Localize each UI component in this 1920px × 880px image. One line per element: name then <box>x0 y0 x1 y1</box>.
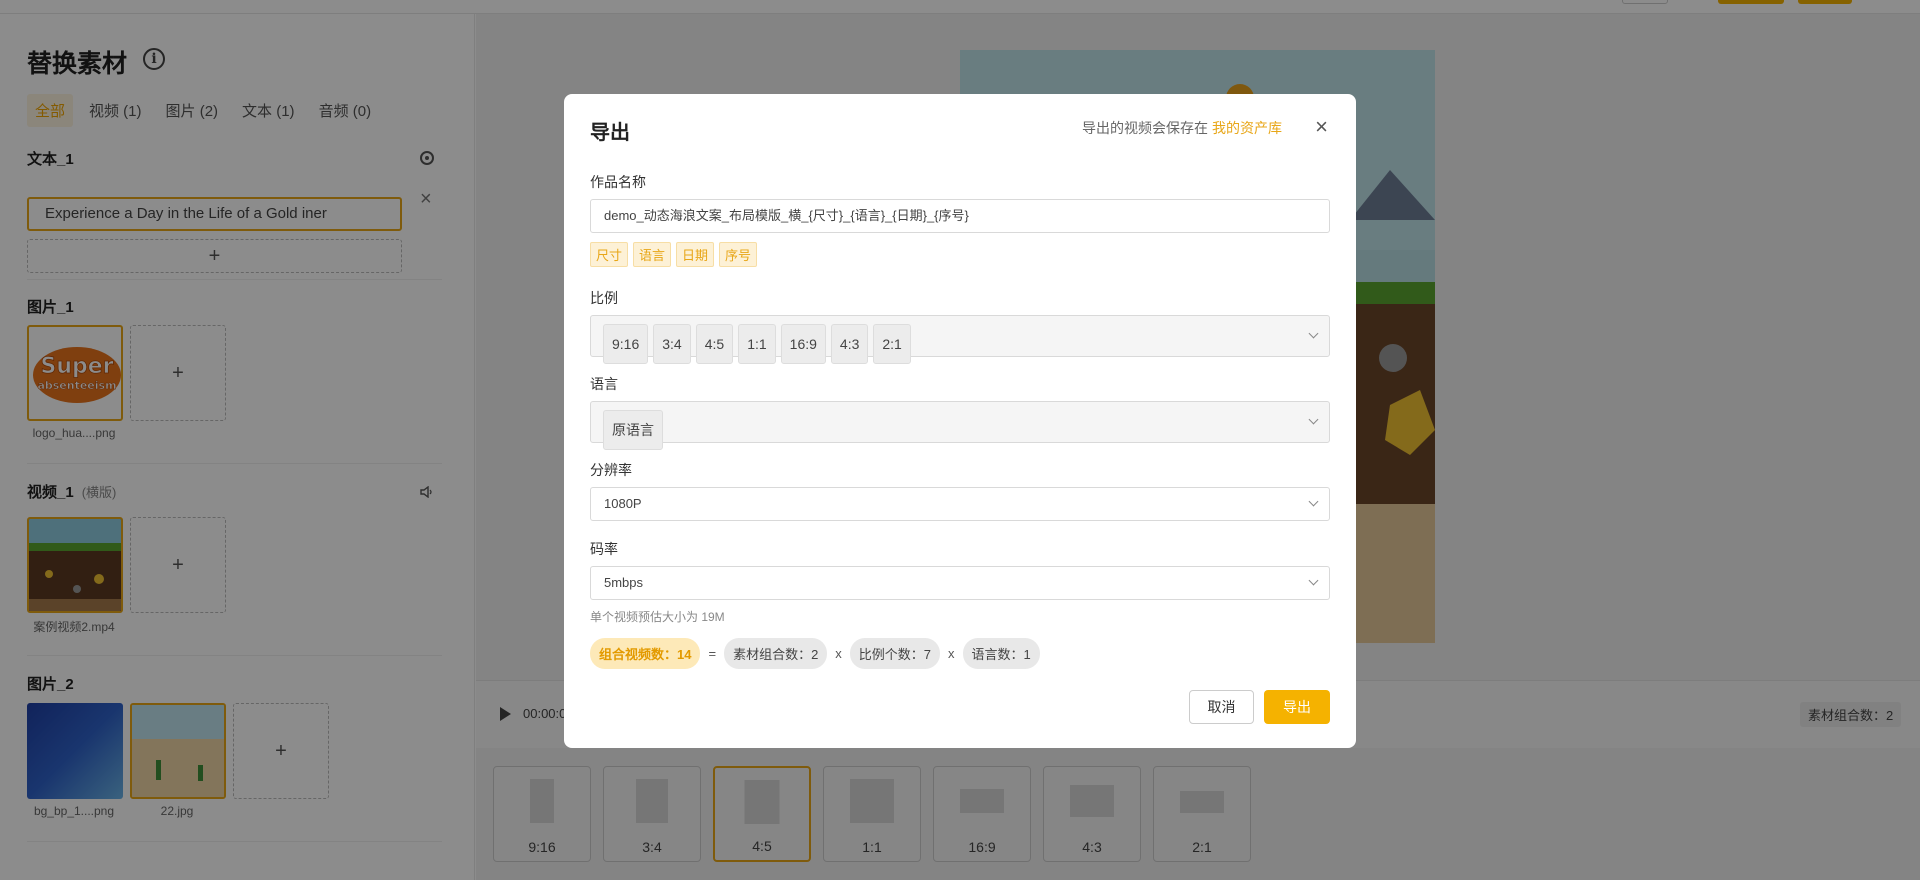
combo-formula: 组合视频数：14 = 素材组合数：2 x 比例个数：7 x 语言数：1 <box>590 638 1040 669</box>
ratio-select[interactable]: 9:16 3:4 4:5 1:1 16:9 4:3 2:1 <box>590 315 1330 364</box>
resolution-select[interactable]: 1080P <box>590 487 1330 521</box>
ratio-chip: 1:1 <box>738 324 776 364</box>
material-count-pill: 素材组合数：2 <box>724 638 828 669</box>
chevron-down-icon <box>1308 328 1319 339</box>
export-button[interactable]: 导出 <box>1264 690 1330 724</box>
cancel-button[interactable]: 取消 <box>1189 690 1254 724</box>
ratio-chip: 2:1 <box>873 324 911 364</box>
name-tags: 尺寸 语言 日期 序号 <box>590 242 762 267</box>
save-hint-text: 导出的视频会保存在 <box>1082 120 1208 136</box>
chevron-down-icon <box>1308 414 1319 425</box>
export-modal: 导出 导出的视频会保存在 我的资产库 × 作品名称 demo_动态海浪文案_布局模… <box>564 94 1356 748</box>
language-label: 语言 <box>590 376 618 392</box>
total-videos-pill: 组合视频数：14 <box>590 638 701 669</box>
ratio-chip: 16:9 <box>780 324 826 364</box>
chevron-down-icon <box>1308 496 1319 507</box>
close-icon[interactable]: × <box>1315 116 1328 138</box>
language-chip: 原语言 <box>603 410 663 450</box>
asset-library-link[interactable]: 我的资产库 <box>1212 120 1282 136</box>
name-label: 作品名称 <box>590 174 646 190</box>
language-chips: 原语言 <box>603 410 663 450</box>
ratio-count-pill: 比例个数：7 <box>849 638 941 669</box>
ratio-chip: 9:16 <box>603 324 649 364</box>
ratio-label-title: 比例 <box>590 290 618 306</box>
tag-index[interactable]: 序号 <box>719 242 758 267</box>
language-select[interactable]: 原语言 <box>590 401 1330 450</box>
ratio-chip: 4:5 <box>695 324 734 364</box>
resolution-value: 1080P <box>604 496 642 511</box>
tag-language[interactable]: 语言 <box>633 242 672 267</box>
chevron-down-icon <box>1308 575 1319 586</box>
bitrate-select[interactable]: 5mbps <box>590 566 1330 600</box>
resolution-label: 分辨率 <box>590 462 632 478</box>
multiply-sign: x <box>948 646 955 661</box>
save-hint: 导出的视频会保存在 我的资产库 <box>1082 118 1282 138</box>
bitrate-label: 码率 <box>590 541 618 557</box>
tag-size[interactable]: 尺寸 <box>590 242 629 267</box>
ratio-chips: 9:16 3:4 4:5 1:1 16:9 4:3 2:1 <box>603 324 911 364</box>
modal-title: 导出 <box>590 122 630 144</box>
size-estimate: 单个视频预估大小为 19M <box>590 610 725 624</box>
name-input[interactable]: demo_动态海浪文案_布局模版_横_{尺寸}_{语言}_{日期}_{序号} <box>590 199 1330 233</box>
equals-sign: = <box>708 646 717 661</box>
ratio-chip: 4:3 <box>830 324 869 364</box>
tag-date[interactable]: 日期 <box>676 242 715 267</box>
multiply-sign: x <box>835 646 842 661</box>
bitrate-value: 5mbps <box>604 575 644 590</box>
language-count-pill: 语言数：1 <box>962 638 1040 669</box>
ratio-chip: 3:4 <box>653 324 691 364</box>
